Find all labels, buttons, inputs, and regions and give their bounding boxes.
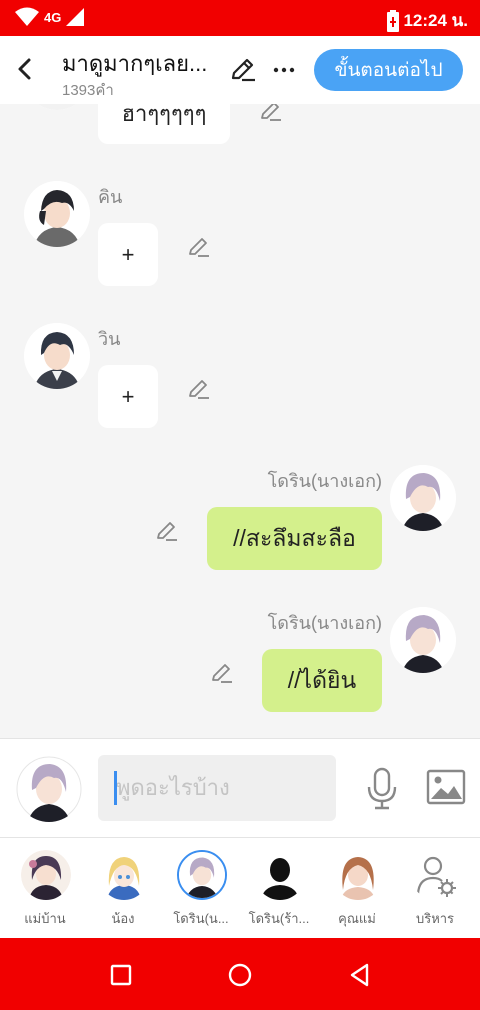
next-step-button[interactable]: ขั้นตอนต่อไป xyxy=(314,49,463,91)
character-item-selected[interactable]: โดริน(น... xyxy=(163,850,239,934)
message-bubble[interactable]: ฮาๆๆๆๆๆ xyxy=(98,104,230,144)
back-icon[interactable] xyxy=(345,960,375,990)
speaker-name: โดริน(นางเอก) xyxy=(267,471,382,491)
edit-message-pencil-icon[interactable] xyxy=(154,518,180,544)
app-header: มาดูมากๆเลย... 1393คำ ขั้นตอนต่อไป xyxy=(0,36,480,104)
character-selector: แม่บ้าน น้อง โดริน(น... โดริน(ร้า... คุณ… xyxy=(0,838,480,938)
character-item[interactable]: น้อง xyxy=(85,850,161,934)
edit-message-pencil-icon[interactable] xyxy=(258,104,284,124)
current-speaker-avatar[interactable] xyxy=(16,756,82,822)
system-nav-bar xyxy=(0,938,480,1010)
more-options-icon[interactable] xyxy=(270,56,298,84)
character-avatar xyxy=(255,850,305,900)
status-right: 12:24 น. xyxy=(387,7,468,34)
avatar[interactable] xyxy=(24,104,90,110)
message-bubble[interactable]: //สะลึมสะลือ xyxy=(207,507,382,570)
speaker-name: โดริน(นางเอก) xyxy=(267,613,382,633)
character-avatar xyxy=(177,850,227,900)
speaker-name: วิน xyxy=(98,329,121,349)
microphone-icon[interactable] xyxy=(364,767,400,811)
battery-icon xyxy=(387,9,400,32)
edit-title-pencil-icon[interactable] xyxy=(228,54,258,84)
character-item-manage[interactable]: บริหาร xyxy=(397,850,473,934)
manage-characters-icon xyxy=(411,850,461,900)
character-item[interactable]: แม่บ้าน xyxy=(7,850,83,934)
chat-area[interactable]: ฮาๆๆๆๆๆ คิน + วิน + โดริน(นางเอก) //สะลึ… xyxy=(0,104,480,738)
character-item[interactable]: โดริน(ร้า... xyxy=(241,850,317,934)
speaker-name: คิน xyxy=(98,187,123,207)
edit-message-pencil-icon[interactable] xyxy=(186,234,212,260)
character-avatar xyxy=(333,850,383,900)
character-label: คุณแม่ xyxy=(338,911,376,926)
word-count: 1393คำ xyxy=(62,82,114,99)
wifi-icon xyxy=(15,7,39,26)
avatar-dorin[interactable] xyxy=(390,607,456,673)
character-item[interactable]: คุณแม่ xyxy=(319,850,395,934)
character-avatar xyxy=(99,850,149,900)
status-left: 4G xyxy=(14,7,85,27)
message-input[interactable] xyxy=(98,755,336,821)
message-composer xyxy=(0,738,480,838)
status-bar: 4G 12:24 น. xyxy=(0,0,480,36)
home-icon[interactable] xyxy=(225,960,255,990)
back-arrow-icon[interactable] xyxy=(10,54,40,84)
avatar-dorin[interactable] xyxy=(390,465,456,531)
avatar-win[interactable] xyxy=(24,323,90,389)
character-label: แม่บ้าน xyxy=(24,911,66,926)
message-bubble-add[interactable]: + xyxy=(98,365,158,428)
character-label: โดริน(น... xyxy=(173,911,229,926)
clock: 12:24 น. xyxy=(403,11,468,30)
recent-apps-icon[interactable] xyxy=(106,960,136,990)
text-caret xyxy=(114,771,117,805)
character-label: น้อง xyxy=(111,911,135,926)
character-avatar xyxy=(21,850,71,900)
character-label: บริหาร xyxy=(415,911,455,926)
character-label: โดริน(ร้า... xyxy=(248,911,310,926)
edit-message-pencil-icon[interactable] xyxy=(209,660,235,686)
image-icon[interactable] xyxy=(426,769,466,805)
network-type: 4G xyxy=(44,9,62,25)
story-title[interactable]: มาดูมากๆเลย... xyxy=(62,46,222,81)
signal-icon xyxy=(66,8,85,26)
edit-message-pencil-icon[interactable] xyxy=(186,376,212,402)
message-bubble[interactable]: //ได้ยิน xyxy=(262,649,382,712)
avatar-kin[interactable] xyxy=(24,181,90,247)
message-bubble-add[interactable]: + xyxy=(98,223,158,286)
